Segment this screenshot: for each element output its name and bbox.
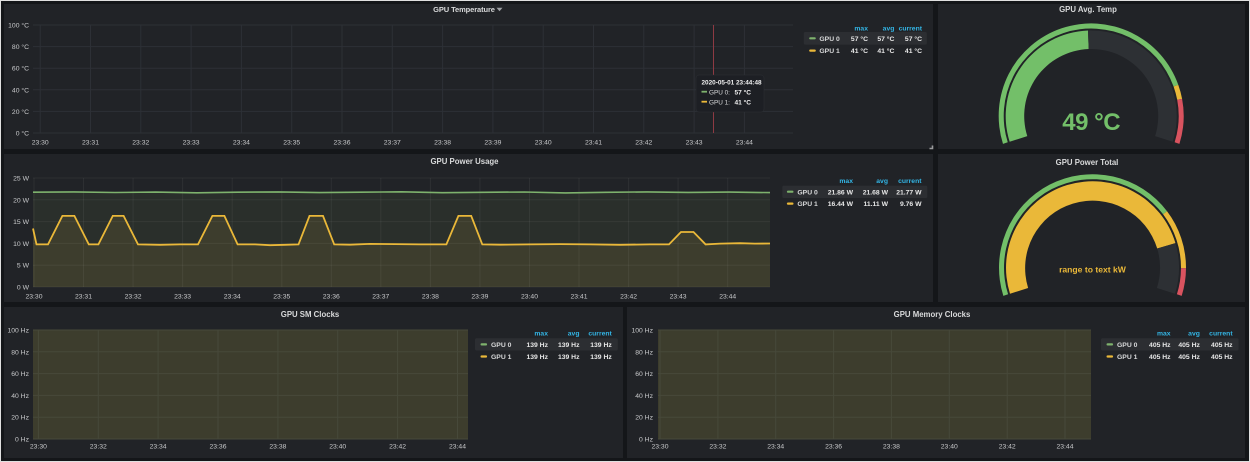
svg-text:80 Hz: 80 Hz [635,349,653,356]
svg-text:GPU 0: GPU 0 [1117,342,1138,349]
svg-text:405 Hz: 405 Hz [1178,354,1200,361]
svg-text:23:40: 23:40 [941,444,958,451]
svg-text:405 Hz: 405 Hz [1149,342,1171,349]
svg-text:current: current [1209,331,1233,338]
svg-text:23:42: 23:42 [999,444,1016,451]
svg-text:max: max [1157,331,1171,338]
svg-text:40 Hz: 40 Hz [635,393,653,400]
svg-text:GPU Memory Clocks: GPU Memory Clocks [894,310,971,319]
svg-text:GPU 1: GPU 1 [1117,354,1138,361]
svg-text:23:44: 23:44 [1056,444,1073,451]
svg-text:23:30: 23:30 [651,444,668,451]
svg-text:405 Hz: 405 Hz [1211,342,1233,349]
svg-text:23:36: 23:36 [825,444,842,451]
svg-text:20 Hz: 20 Hz [635,415,653,422]
svg-text:60 Hz: 60 Hz [635,371,653,378]
svg-text:405 Hz: 405 Hz [1211,354,1233,361]
svg-text:0 Hz: 0 Hz [639,437,654,444]
svg-text:405 Hz: 405 Hz [1178,342,1200,349]
svg-text:100 Hz: 100 Hz [631,328,653,335]
svg-text:23:38: 23:38 [883,444,900,451]
svg-text:23:34: 23:34 [767,444,784,451]
svg-text:avg: avg [1188,331,1200,338]
svg-text:405 Hz: 405 Hz [1149,354,1171,361]
svg-text:23:32: 23:32 [709,444,726,451]
